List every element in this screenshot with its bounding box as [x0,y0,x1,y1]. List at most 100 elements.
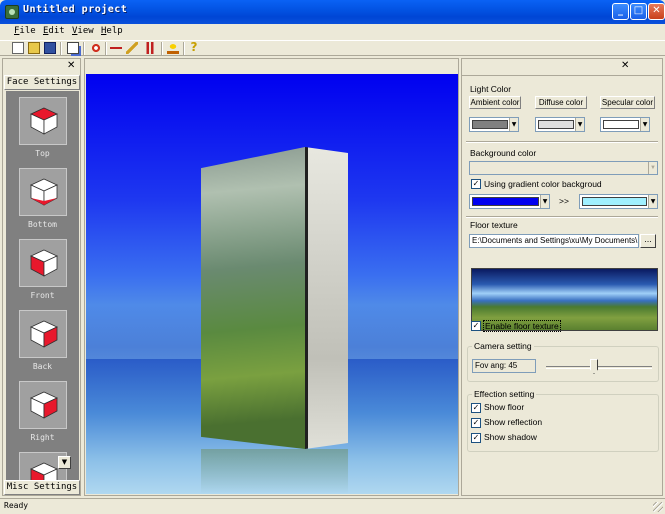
divider [466,141,658,143]
diffuse-color-swatch [538,120,574,129]
panel-close-icon[interactable]: ✕ [621,60,629,71]
show-floor-checkbox[interactable]: ✓ [471,403,481,413]
box-side-face [305,147,348,449]
browse-button[interactable]: ... [640,234,656,248]
chevron-down-icon: ▼ [509,118,518,131]
face-label: Front [30,291,55,300]
cube-icon [30,391,58,419]
toolbar-separator [60,42,62,55]
show-shadow-checkbox[interactable]: ✓ [471,433,481,443]
enable-floor-texture-checkbox[interactable]: ✓ [471,321,481,331]
toolbar-separator [105,42,107,55]
menu-bar: File Edit View Help [0,24,665,40]
rotate-icon[interactable] [90,42,102,54]
status-bar: Ready [0,498,665,514]
diffuse-color-select[interactable]: ▼ [535,117,585,132]
menu-file[interactable]: File [14,26,36,36]
ambient-color-select[interactable]: ▼ [469,117,519,132]
toolbar: ? [0,40,665,56]
status-text: Ready [4,501,29,510]
face-label: Bottom [28,220,57,229]
floor-texture-path[interactable]: E:\Documents and Settings\xu\My Document… [469,234,639,248]
misc-settings-header[interactable]: Misc Settings [4,480,80,495]
save-icon[interactable] [44,42,56,54]
face-thumbnail[interactable] [19,97,67,145]
fov-readout: Fov ang: 45 [472,359,536,373]
properties-panel: ✕ Light Color Ambient color Diffuse colo… [461,58,663,496]
gradient-start-color-select[interactable]: ▼ [469,194,550,209]
toolbar-separator [83,42,85,55]
face-label: Back [32,362,53,371]
menu-view[interactable]: View [72,26,94,36]
face-label: Right [30,433,55,442]
face-list[interactable]: Top Bottom Front Back Right [6,91,79,481]
light-color-title: Light Color [470,84,512,94]
help-icon[interactable]: ? [188,41,200,54]
chevron-down-icon: ▼ [648,162,657,174]
face-settings-header[interactable]: Face Settings [4,75,80,90]
chevron-down-icon: ▼ [540,195,549,208]
effection-setting-title: Effection setting [472,389,537,399]
face-thumbnail[interactable] [19,310,67,358]
face-thumbnail[interactable] [19,239,67,287]
face-thumbnail[interactable] [19,168,67,216]
show-floor-label: Show floor [484,402,525,412]
menu-edit[interactable]: Edit [43,26,65,36]
background-color-select: ▼ [469,161,658,175]
maximize-icon: □ [633,5,644,16]
box-reflection [201,449,348,494]
background-color-title: Background color [470,148,537,158]
cube-icon [30,320,58,348]
close-icon: ✕ [652,5,661,16]
cube-icon [30,178,58,206]
enable-floor-texture-label: Enable floor texture [483,320,561,332]
minimize-icon: _ [618,5,623,16]
panel-close-icon[interactable]: ✕ [67,60,75,71]
ambient-color-swatch [472,120,508,129]
gradient-end-color-select[interactable]: ▼ [579,194,658,209]
chevron-down-icon: ▼ [575,118,584,131]
3d-viewport[interactable] [86,74,458,494]
show-shadow-label: Show shadow [484,432,537,442]
light-bulb-icon[interactable] [167,42,179,54]
camera-setting-title: Camera setting [472,341,534,351]
copy-icon[interactable] [67,42,79,54]
gradient-arrow: >> [559,196,569,206]
chevron-down-icon[interactable]: ▼ [58,456,71,469]
pause-icon[interactable] [144,42,156,54]
face-label: Top [35,149,50,158]
gradient-end-swatch [582,197,647,206]
gradient-label: Using gradient color backgroud [484,179,602,189]
face-thumbnail[interactable] [19,381,67,429]
chevron-down-icon: ▼ [640,118,649,131]
show-reflection-label: Show reflection [484,417,543,427]
specular-color-select[interactable]: ▼ [600,117,650,132]
edit-pencil-icon[interactable] [126,42,138,54]
gradient-checkbox[interactable]: ✓ [471,179,481,189]
specular-color-swatch [603,120,639,129]
specular-color-label: Specular color [600,96,655,109]
ambient-color-label: Ambient color [469,96,521,109]
cube-icon [30,107,58,135]
open-folder-icon[interactable] [28,42,40,54]
show-reflection-checkbox[interactable]: ✓ [471,418,481,428]
menu-help[interactable]: Help [101,26,123,36]
toolbar-separator [161,42,163,55]
resize-grip-icon[interactable] [653,502,663,512]
title-bar: Untitled project _ □ ✕ [0,0,665,24]
new-file-icon[interactable] [12,42,24,54]
face-settings-panel: ✕ Face Settings Top Bottom Front Back Right … [2,58,81,496]
cube-icon [30,249,58,277]
chevron-down-icon: ▼ [648,195,657,208]
app-icon[interactable] [5,5,19,19]
minimize-button[interactable]: _ [612,3,629,20]
toolbar-separator [183,42,185,55]
window-title: Untitled project [23,4,128,15]
cube-icon [30,462,58,481]
fov-slider-track[interactable] [546,366,652,369]
maximize-button[interactable]: □ [630,3,647,20]
floor-texture-title: Floor texture [470,220,518,230]
divider [466,216,658,218]
horizontal-line-icon[interactable] [110,42,122,54]
close-button[interactable]: ✕ [648,3,665,20]
